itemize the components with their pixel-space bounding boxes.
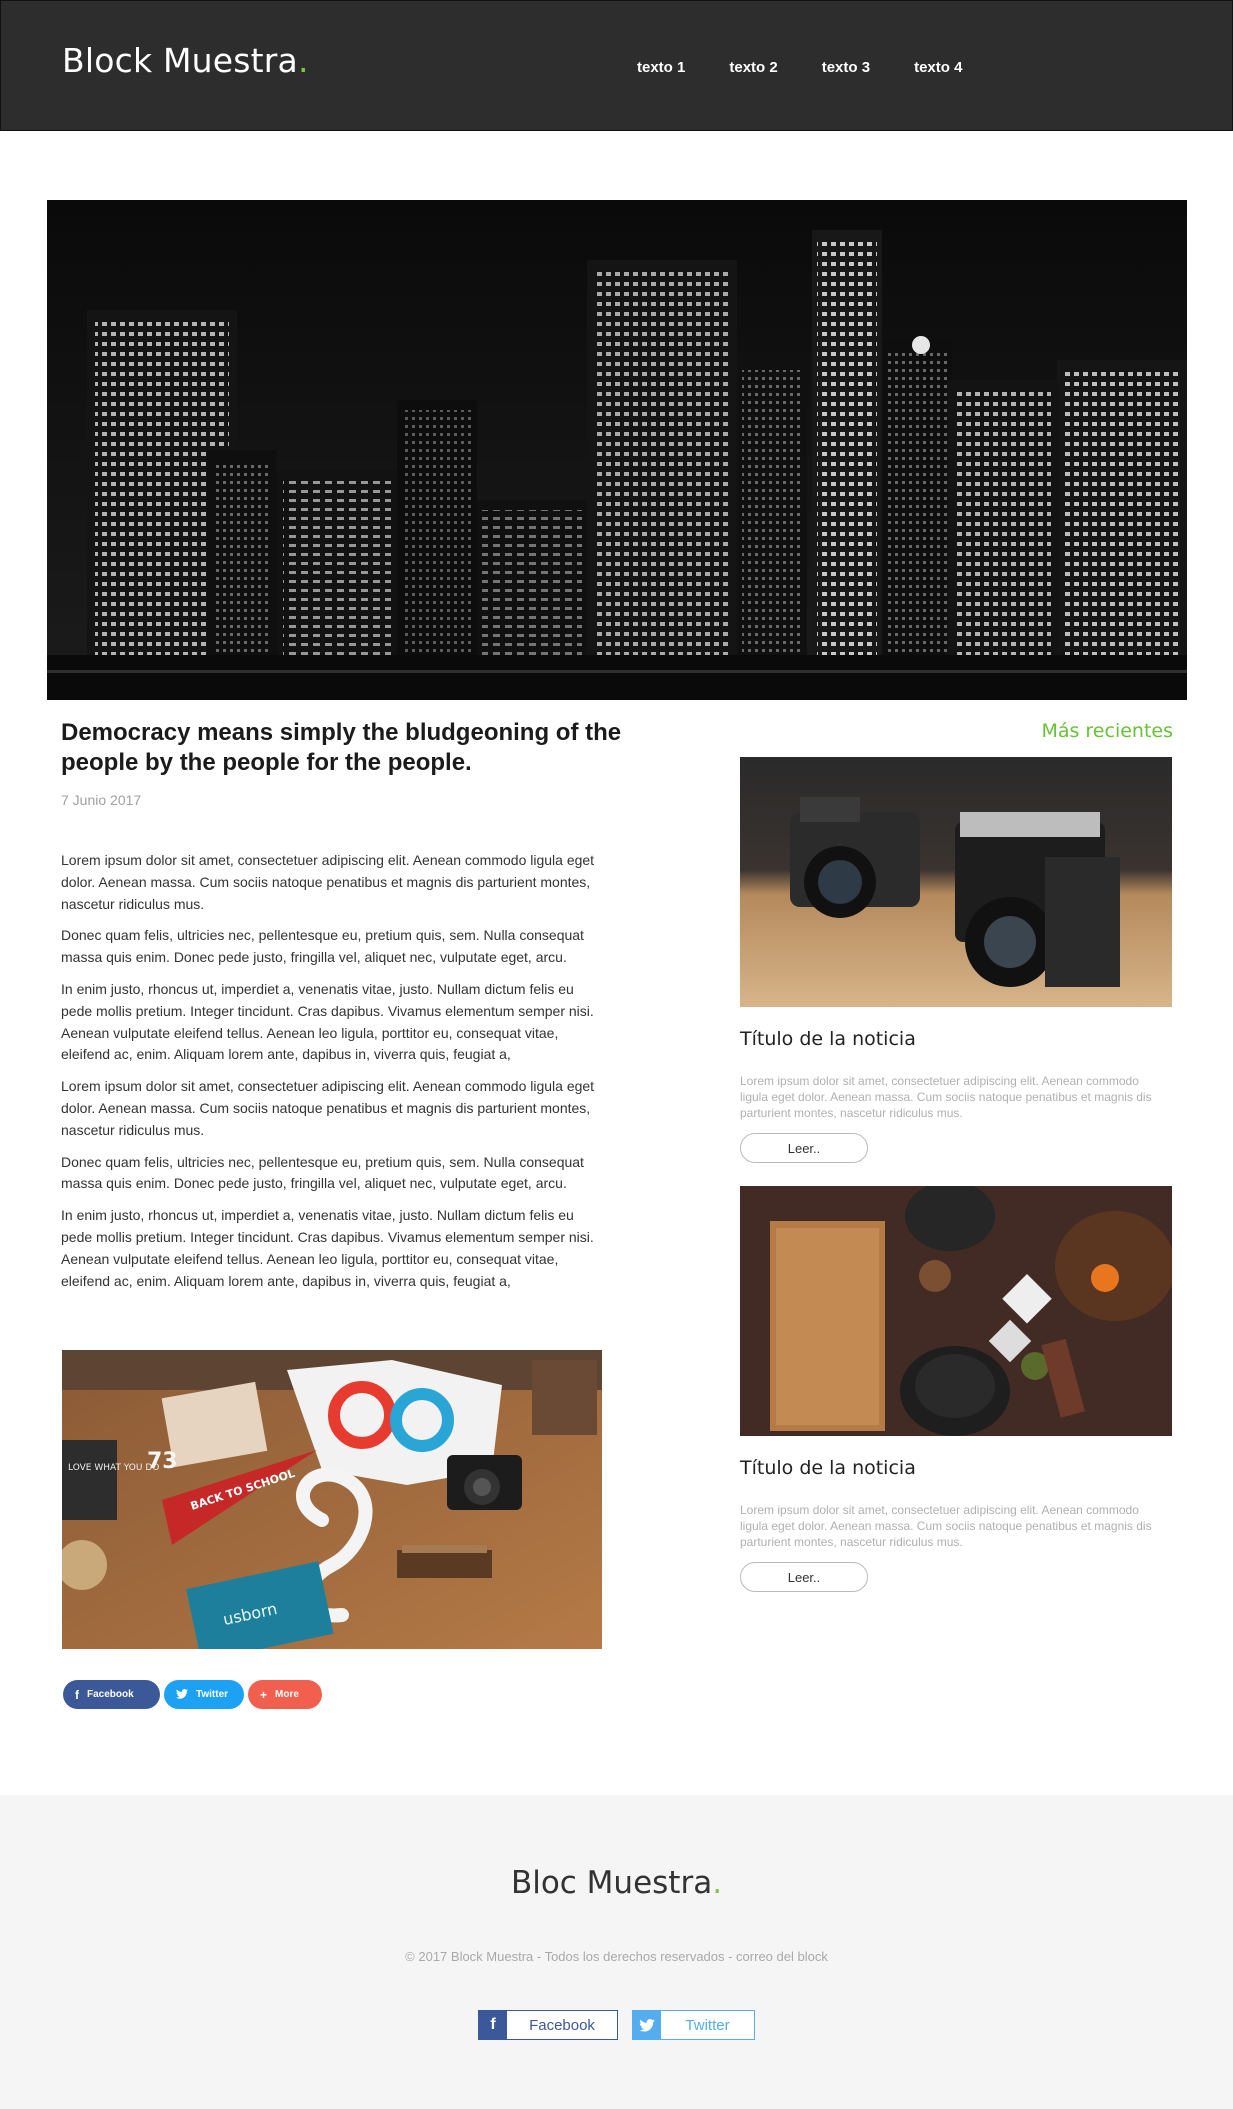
footer-twitter-label: Twitter [661,2011,754,2039]
footer-logo[interactable]: Bloc Muestra. [0,1865,1233,1901]
news-card-excerpt: Lorem ipsum dolor sit amet, consectetuer… [740,1074,1152,1120]
main-nav: texto 1 texto 2 texto 3 texto 4 [637,59,1006,76]
twitter-icon [176,1688,188,1702]
plus-icon: + [260,1687,268,1702]
site-footer: Bloc Muestra. © 2017 Block Muestra - Tod… [0,1795,1233,2109]
desk-flatlay-illustration: LOVE WHAT YOU DO 73 BACK TO SCHOOL usbor… [62,1350,602,1649]
site-header: Block Muestra. texto 1 texto 2 texto 3 t… [0,0,1233,131]
facebook-icon: f [75,1687,79,1702]
share-more-button[interactable]: + More [248,1680,322,1709]
share-twitter-button[interactable]: Twitter [164,1680,244,1709]
article-title: Democracy means simply the bludgeoning o… [61,719,622,776]
footer-copyright: © 2017 Block Muestra - Todos los derecho… [405,1949,828,1964]
read-more-button[interactable]: Leer.. [740,1133,868,1163]
site-logo-dot: . [297,41,309,80]
share-more-label: More [275,1689,299,1700]
footer-logo-dot: . [712,1865,723,1901]
share-twitter-label: Twitter [196,1689,229,1700]
number-text: 73 [147,1449,178,1474]
twitter-icon [633,2011,661,2039]
share-facebook-label: Facebook [87,1689,134,1700]
share-facebook-button[interactable]: f Facebook [63,1680,160,1709]
read-more-button[interactable]: Leer.. [740,1562,868,1592]
news-card-title[interactable]: Título de la noticia [740,1457,916,1479]
footer-facebook-label: Facebook [507,2011,617,2039]
news-card-image-kitchen[interactable] [740,1186,1172,1436]
footer-logo-text: Bloc Muestra [510,1865,713,1901]
nav-item-texto-3[interactable]: texto 3 [822,59,870,76]
article-paragraph: In enim justo, rhoncus ut, imperdiet a, … [61,1207,594,1289]
cameras-illustration [740,757,1172,1007]
site-logo[interactable]: Block Muestra. [62,41,309,80]
news-card-title[interactable]: Título de la noticia [740,1028,916,1050]
hero-image-city-night [47,200,1187,700]
article-paragraph: Donec quam felis, ultricies nec, pellent… [61,1153,584,1192]
article-paragraph: Lorem ipsum dolor sit amet, consectetuer… [61,852,595,912]
nav-item-texto-2[interactable]: texto 2 [729,59,777,76]
hero-skyline-illustration [47,200,1187,700]
nav-item-texto-4[interactable]: texto 4 [914,59,962,76]
footer-facebook-button[interactable]: f Facebook [478,2010,618,2040]
article-image-desk-flatlay: LOVE WHAT YOU DO 73 BACK TO SCHOOL usbor… [62,1350,602,1649]
kitchen-flatlay-illustration [740,1186,1172,1436]
facebook-icon: f [479,2011,507,2039]
article-paragraph: Lorem ipsum dolor sit amet, consectetuer… [61,1078,595,1138]
article-body: Lorem ipsum dolor sit amet, consectetuer… [61,850,601,1302]
article-paragraph: In enim justo, rhoncus ut, imperdiet a, … [61,980,594,1063]
article-date: 7 Junio 2017 [61,792,142,808]
news-card-excerpt: Lorem ipsum dolor sit amet, consectetuer… [740,1503,1152,1549]
site-logo-text: Block Muestra [62,41,298,80]
article-paragraph: Donec quam felis, ultricies nec, pellent… [61,927,584,966]
poster-text: LOVE WHAT YOU DO [68,1463,159,1473]
footer-twitter-button[interactable]: Twitter [632,2010,755,2040]
news-card-image-cameras[interactable] [740,757,1172,1007]
nav-item-texto-1[interactable]: texto 1 [637,59,685,76]
sidebar-heading: Más recientes [1041,720,1173,742]
